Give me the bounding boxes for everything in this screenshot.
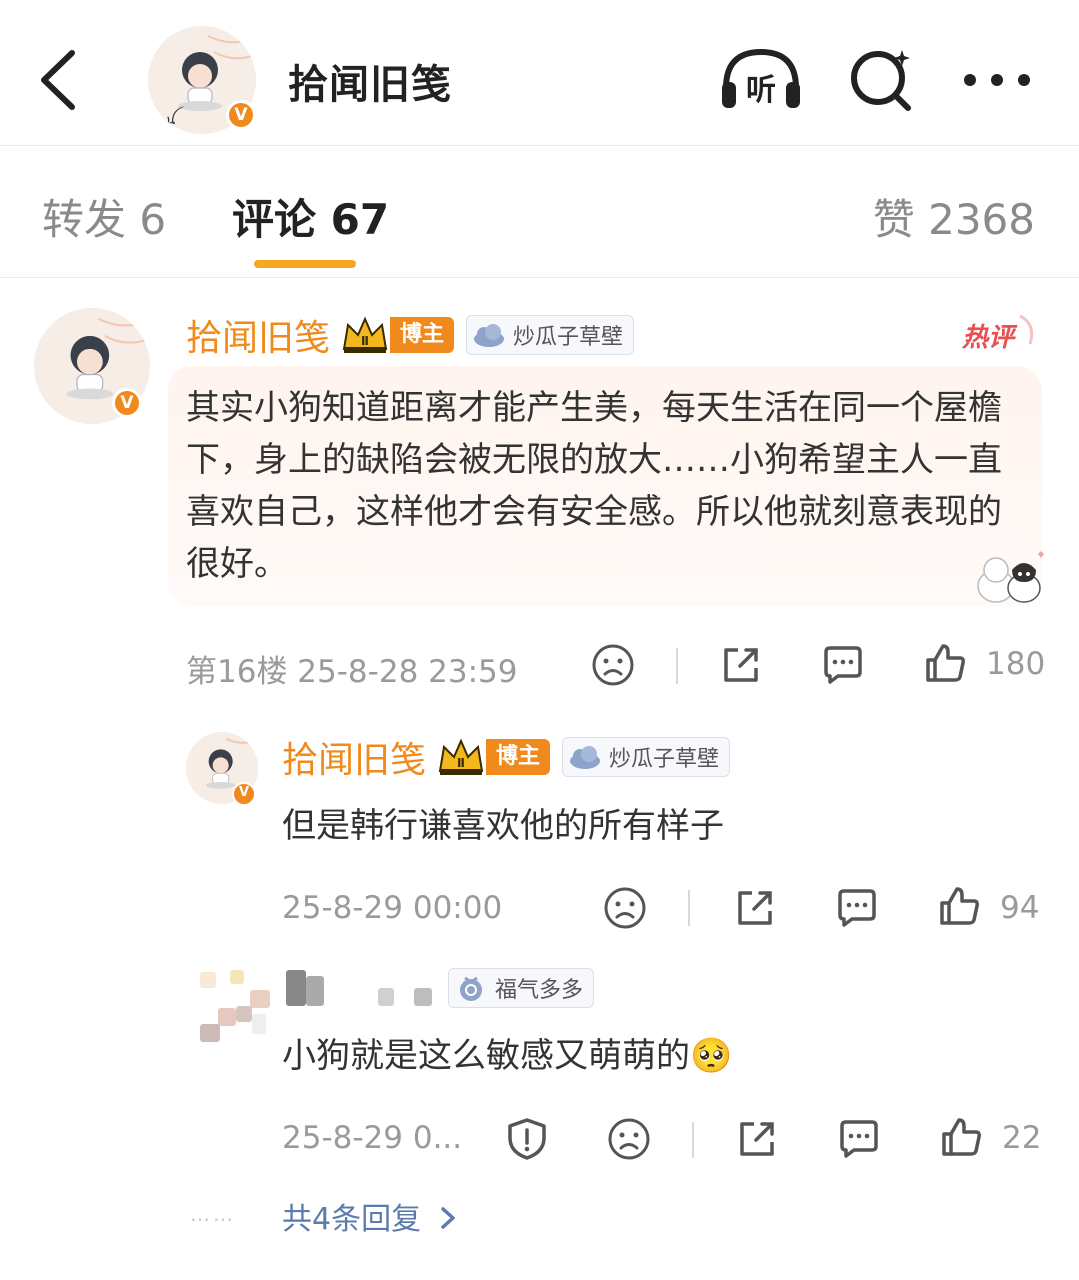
thumbs-up-icon[interactable] — [938, 1114, 984, 1160]
reply-text: 小狗就是这么敏感又萌萌的🥺 — [282, 1030, 1022, 1082]
svg-text:Ⅱ: Ⅱ — [457, 756, 465, 770]
lucky-bag-icon — [460, 976, 482, 1001]
svg-text:Ⅱ: Ⅱ — [361, 334, 369, 348]
share-icon[interactable] — [718, 642, 764, 688]
thread-dots: …… — [190, 1202, 236, 1226]
action-divider — [692, 1122, 694, 1158]
blurred-username[interactable] — [286, 970, 436, 1010]
like-count: 180 — [986, 646, 1046, 682]
like-count: 94 — [1000, 890, 1040, 926]
interaction-tabs: 转发 6 评论 67 赞 2368 — [0, 146, 1079, 278]
headphones-icon: 听 — [722, 48, 800, 108]
view-more-replies-link[interactable]: 共4条回复 — [282, 1194, 459, 1238]
blogger-badge: 博主 — [390, 317, 455, 353]
tab-like[interactable]: 赞 2368 — [873, 186, 1035, 247]
report-icon[interactable] — [504, 1116, 550, 1162]
hot-comment-label: 热评 — [961, 314, 1034, 353]
reply-text-content: 小狗就是这么敏感又萌萌的 — [282, 1036, 690, 1076]
blogger-badge: 博主 — [486, 739, 551, 775]
share-icon[interactable] — [734, 1116, 780, 1162]
page-title: 拾闻旧笺 — [288, 62, 452, 108]
reply-icon[interactable] — [820, 642, 866, 688]
fan-tag[interactable]: 炒瓜子草壁 — [466, 315, 635, 355]
reply-text: 但是韩行谦喜欢他的所有样子 — [282, 806, 724, 846]
verified-badge: V — [232, 782, 256, 806]
verified-badge: V — [226, 100, 256, 130]
svg-text:热评: 热评 — [961, 323, 1018, 353]
dislike-face-icon[interactable] — [602, 885, 648, 931]
reply-time: 25-8-29 00:00 — [282, 890, 503, 926]
floor-time: 第16楼 25-8-28 23:59 — [186, 654, 518, 690]
username[interactable]: 拾闻旧笺 — [282, 731, 426, 783]
svg-text:听: 听 — [746, 73, 776, 108]
reply-icon[interactable] — [836, 1116, 882, 1162]
back-arrow-icon — [41, 50, 75, 110]
crown-icon: Ⅱ — [438, 738, 484, 775]
action-divider — [676, 648, 678, 684]
username[interactable]: 拾闻旧笺 — [186, 309, 330, 361]
reply-icon[interactable] — [834, 885, 880, 931]
action-divider — [688, 890, 690, 926]
pleading-face-emoji: 🥺 — [690, 1036, 733, 1076]
fan-tag[interactable]: 炒瓜子草壁 — [562, 737, 731, 777]
comment-header: 拾闻旧笺 Ⅱ 博主 炒瓜子草壁 — [186, 309, 635, 361]
comment-text: 其实小狗知道距离才能产生美，每天生活在同一个屋檐下，身上的缺陷会被无限的放大……… — [186, 388, 1002, 584]
search-icon — [851, 50, 911, 111]
thumbs-up-icon[interactable] — [922, 640, 968, 686]
more-button[interactable] — [962, 60, 1032, 100]
chevron-right-icon — [440, 1207, 455, 1229]
tab-comment[interactable]: 评论 67 — [232, 186, 389, 247]
tab-repost[interactable]: 转发 6 — [42, 186, 166, 247]
thumbs-up-icon[interactable] — [936, 883, 982, 929]
search-button[interactable] — [846, 44, 916, 114]
more-replies-label: 共4条回复 — [282, 1202, 422, 1237]
share-icon[interactable] — [732, 885, 778, 931]
crown-icon: Ⅱ — [342, 316, 388, 353]
fan-tag[interactable]: 福气多多 — [448, 968, 595, 1008]
fan-tag-label: 炒瓜子草壁 — [609, 747, 720, 772]
cloud-icon — [570, 746, 601, 769]
blurred-avatar[interactable] — [196, 968, 272, 1044]
more-icon — [964, 74, 1030, 86]
fan-tag-label: 福气多多 — [495, 978, 584, 1003]
back-button[interactable] — [30, 45, 90, 115]
listen-button[interactable]: 听 — [718, 44, 804, 114]
verified-badge: V — [112, 388, 142, 418]
dislike-face-icon[interactable] — [606, 1116, 652, 1162]
active-tab-indicator — [254, 260, 356, 268]
top-bar: ꪊ V 拾闻旧笺 听 — [0, 0, 1079, 146]
like-count: 22 — [1002, 1120, 1042, 1156]
cloud-icon — [474, 324, 505, 347]
dislike-face-icon[interactable] — [590, 642, 636, 688]
reply-header: 拾闻旧笺 Ⅱ 博主 炒瓜子草壁 — [282, 731, 731, 783]
reply-time: 25-8-29 0... — [282, 1120, 463, 1156]
fan-tag-label: 炒瓜子草壁 — [513, 325, 624, 350]
